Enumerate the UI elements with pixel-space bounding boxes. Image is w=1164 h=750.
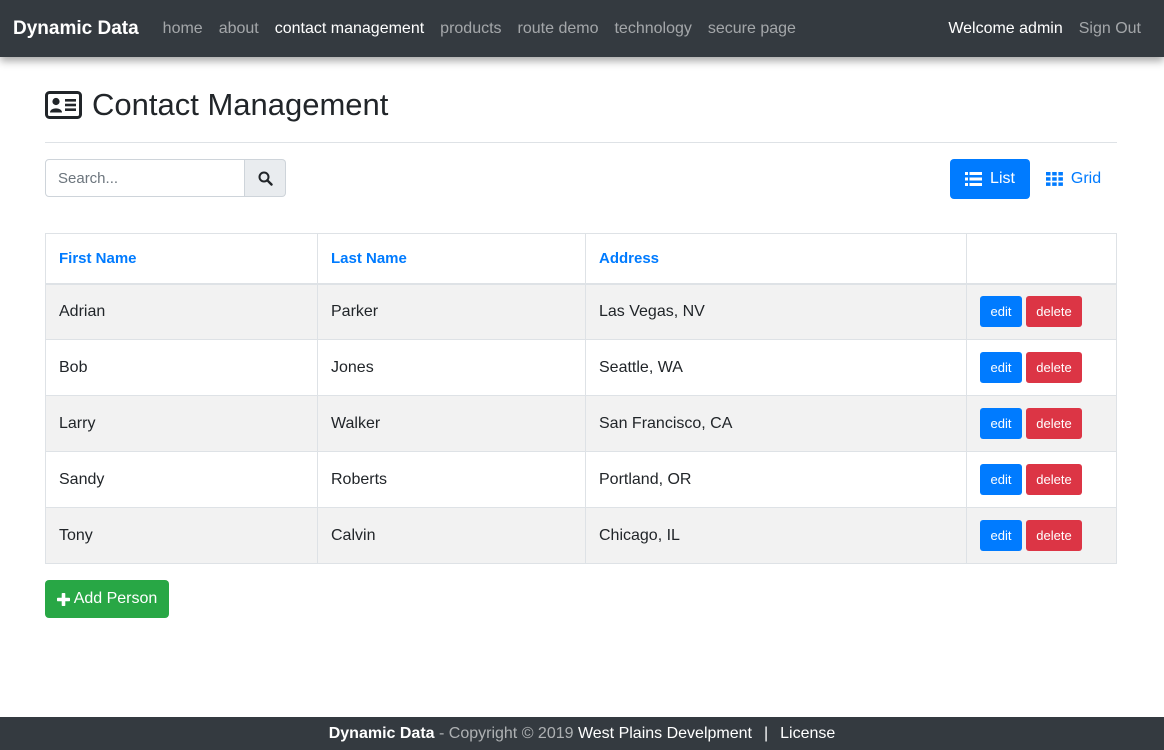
sign-out-link[interactable]: Sign Out bbox=[1079, 20, 1141, 38]
edit-button[interactable]: edit bbox=[980, 464, 1022, 495]
table-row: Larry Walker San Francisco, CA edit dele… bbox=[45, 395, 1117, 452]
welcome-text: Welcome admin bbox=[948, 19, 1063, 37]
delete-button[interactable]: delete bbox=[1026, 408, 1082, 439]
search-input[interactable] bbox=[45, 159, 245, 197]
delete-button[interactable]: delete bbox=[1026, 352, 1082, 383]
nav-link-products[interactable]: products bbox=[440, 20, 501, 38]
header-first-name[interactable]: First Name bbox=[45, 233, 318, 285]
edit-button[interactable]: edit bbox=[980, 520, 1022, 551]
nav-link-about[interactable]: about bbox=[219, 20, 259, 38]
table-row: Sandy Roberts Portland, OR edit delete bbox=[45, 451, 1117, 508]
nav-link-contact-management[interactable]: contact management bbox=[275, 20, 424, 38]
top-navbar: Dynamic Data home about contact manageme… bbox=[0, 0, 1164, 57]
list-view-button[interactable]: List bbox=[950, 159, 1030, 199]
cell-actions: edit delete bbox=[966, 507, 1117, 564]
footer-company: West Plains Develpment bbox=[577, 724, 752, 742]
contacts-table: First Name Last Name Address Adrian Park… bbox=[45, 233, 1117, 564]
cell-last-name: Calvin bbox=[317, 507, 586, 564]
search-button[interactable] bbox=[245, 159, 286, 197]
header-last-name[interactable]: Last Name bbox=[317, 233, 586, 285]
grid-icon bbox=[1045, 172, 1063, 186]
cell-address: Chicago, IL bbox=[585, 507, 967, 564]
brand-logo[interactable]: Dynamic Data bbox=[13, 18, 139, 40]
cell-actions: edit delete bbox=[966, 283, 1117, 340]
cell-first-name: Adrian bbox=[45, 283, 318, 340]
page-title: Contact Management bbox=[92, 86, 389, 122]
header-actions bbox=[966, 233, 1117, 285]
header-address[interactable]: Address bbox=[585, 233, 967, 285]
delete-button[interactable]: delete bbox=[1026, 296, 1082, 328]
main-container: Contact Management List bbox=[45, 57, 1117, 618]
cell-actions: edit delete bbox=[966, 395, 1117, 452]
cell-actions: edit delete bbox=[966, 451, 1117, 508]
add-person-button[interactable]: Add Person bbox=[45, 580, 169, 618]
table-row: Bob Jones Seattle, WA edit delete bbox=[45, 339, 1117, 396]
table-header-row: First Name Last Name Address bbox=[45, 233, 1117, 285]
cell-address: Portland, OR bbox=[585, 451, 967, 508]
footer-license-link[interactable]: License bbox=[780, 725, 835, 743]
cell-actions: edit delete bbox=[966, 339, 1117, 396]
add-person-label: Add Person bbox=[73, 590, 158, 607]
edit-button[interactable]: edit bbox=[980, 408, 1022, 439]
footer-separator: | bbox=[763, 724, 769, 742]
toolbar: List Grid bbox=[45, 143, 1117, 233]
cell-first-name: Sandy bbox=[45, 451, 318, 508]
cell-first-name: Bob bbox=[45, 339, 318, 396]
nav-link-home[interactable]: home bbox=[163, 20, 203, 38]
nav-links: home about contact management products r… bbox=[155, 20, 949, 38]
edit-button[interactable]: edit bbox=[980, 352, 1022, 383]
footer: Dynamic Data - Copyright © 2019 West Pla… bbox=[0, 717, 1164, 750]
grid-view-button[interactable]: Grid bbox=[1030, 159, 1117, 199]
list-view-label: List bbox=[990, 170, 1015, 187]
table-row: Adrian Parker Las Vegas, NV edit delete bbox=[45, 283, 1117, 340]
grid-view-label: Grid bbox=[1070, 170, 1102, 187]
nav-link-route-demo[interactable]: route demo bbox=[518, 20, 599, 38]
cell-address: Las Vegas, NV bbox=[585, 283, 967, 340]
page-header: Contact Management bbox=[45, 57, 1117, 143]
footer-brand: Dynamic Data bbox=[328, 724, 435, 742]
nav-user-area: Welcome admin Sign Out bbox=[948, 20, 1151, 38]
delete-button[interactable]: delete bbox=[1026, 464, 1082, 495]
view-toggle: List Grid bbox=[950, 159, 1117, 199]
cell-last-name: Walker bbox=[317, 395, 586, 452]
edit-button[interactable]: edit bbox=[980, 296, 1022, 328]
plus-icon bbox=[56, 592, 70, 606]
search-icon bbox=[258, 171, 273, 186]
nav-link-secure-page[interactable]: secure page bbox=[708, 20, 796, 38]
cell-last-name: Roberts bbox=[317, 451, 586, 508]
cell-last-name: Jones bbox=[317, 339, 586, 396]
cell-address: Seattle, WA bbox=[585, 339, 967, 396]
nav-link-technology[interactable]: technology bbox=[614, 20, 691, 38]
list-icon bbox=[965, 172, 983, 186]
cell-first-name: Tony bbox=[45, 507, 318, 564]
footer-copyright: - Copyright © 2019 bbox=[434, 724, 578, 742]
cell-address: San Francisco, CA bbox=[585, 395, 967, 452]
table-row: Tony Calvin Chicago, IL edit delete bbox=[45, 507, 1117, 564]
delete-button[interactable]: delete bbox=[1026, 520, 1082, 551]
address-card-icon bbox=[45, 90, 82, 119]
search-group bbox=[45, 159, 286, 197]
cell-last-name: Parker bbox=[317, 283, 586, 340]
cell-first-name: Larry bbox=[45, 395, 318, 452]
